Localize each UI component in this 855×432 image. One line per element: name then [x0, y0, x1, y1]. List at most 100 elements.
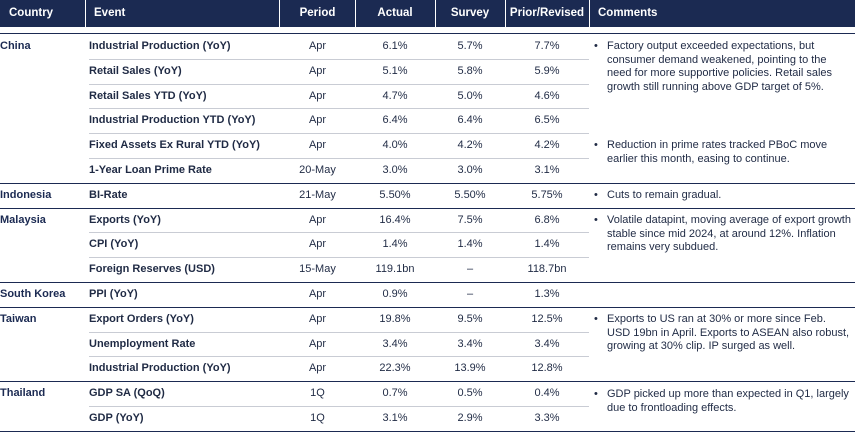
row-divider — [89, 232, 589, 233]
survey-cell: 5.8% — [457, 64, 483, 77]
prior-cell: 12.5% — [531, 312, 563, 325]
event-cell: GDP (YoY) — [89, 412, 144, 424]
country-cell — [0, 356, 86, 381]
survey-cell: – — [466, 288, 474, 300]
header-actual: Actual — [377, 7, 413, 19]
prior-cell: 4.2% — [534, 139, 560, 152]
period-cell: Apr — [308, 89, 327, 102]
row-divider — [89, 133, 589, 134]
economic-data-table: Country Event Period Actual Survey Prior… — [0, 0, 855, 432]
period-cell: Apr — [308, 40, 327, 52]
survey-cell: – — [466, 263, 474, 276]
actual-cell: 5.50% — [379, 188, 411, 201]
actual-cell: 6.4% — [382, 114, 408, 127]
comment-bullet: • — [594, 214, 598, 226]
event-cell: Retail Sales (YoY) — [89, 64, 182, 77]
header-period: Period — [299, 7, 336, 19]
prior-cell: 6.8% — [534, 213, 560, 226]
comment-indonesia: • Cuts to remain gradual. — [594, 189, 852, 203]
comment-bullet: • — [594, 313, 598, 325]
actual-cell: 6.1% — [382, 40, 408, 52]
row-divider — [89, 257, 589, 258]
period-cell: Apr — [308, 288, 327, 300]
survey-cell: 2.9% — [457, 412, 483, 424]
period-cell: 20-May — [299, 164, 336, 176]
prior-cell: 3.3% — [534, 412, 560, 424]
prior-cell: 5.75% — [531, 188, 563, 201]
period-cell: Apr — [308, 114, 327, 127]
country-cell: Indonesia — [0, 188, 52, 201]
prior-cell: 3.4% — [534, 337, 560, 350]
survey-cell: 5.50% — [454, 188, 486, 201]
period-cell: 15-May — [299, 263, 336, 276]
event-cell: Exports (YoY) — [89, 213, 161, 226]
event-cell: GDP SA (QoQ) — [89, 387, 165, 400]
survey-cell: 3.0% — [457, 164, 483, 176]
row-divider — [89, 406, 589, 407]
comment-bullet: • — [594, 189, 598, 201]
header-comments: Comments — [598, 7, 658, 19]
group-divider — [0, 381, 855, 382]
country-cell — [0, 406, 86, 431]
table-header: Country Event Period Actual Survey Prior… — [0, 0, 855, 27]
comment-bullet: • — [594, 40, 598, 52]
group-divider — [0, 208, 855, 209]
header-survey: Survey — [450, 7, 490, 19]
group-divider — [0, 183, 855, 184]
actual-cell: 0.9% — [382, 288, 408, 300]
period-cell: Apr — [308, 312, 327, 325]
prior-cell: 4.6% — [534, 89, 560, 102]
event-cell: CPI (YoY) — [89, 238, 139, 251]
table-row: South Korea PPI (YoY) Apr 0.9% – 1.3% — [0, 282, 855, 307]
survey-cell: 5.0% — [457, 89, 483, 102]
actual-cell: 16.4% — [379, 213, 411, 226]
country-cell — [0, 84, 86, 109]
row-divider — [89, 84, 589, 85]
event-cell: BI-Rate — [89, 188, 128, 201]
comment-text: Factory output exceeded expectations, bu… — [607, 40, 833, 93]
comment-bullet: • — [594, 388, 598, 400]
country-cell: Malaysia — [0, 213, 46, 226]
group-divider — [0, 33, 855, 34]
event-cell: Industrial Production YTD (YoY) — [89, 114, 256, 127]
survey-cell: 1.4% — [457, 238, 483, 251]
event-cell: Industrial Production (YoY) — [89, 40, 231, 52]
actual-cell: 4.0% — [382, 139, 408, 152]
survey-cell: 6.4% — [457, 114, 483, 127]
actual-cell: 19.8% — [379, 312, 411, 325]
group-divider — [0, 282, 855, 283]
header-divider — [589, 0, 590, 27]
comment-text: Cuts to remain gradual. — [607, 189, 722, 201]
survey-cell: 5.7% — [457, 40, 483, 52]
row-divider — [89, 158, 589, 159]
period-cell: Apr — [308, 337, 327, 350]
country-cell — [0, 332, 86, 357]
actual-cell: 1.4% — [382, 238, 408, 251]
prior-cell: 1.3% — [534, 288, 560, 300]
event-cell: Unemployment Rate — [89, 337, 196, 350]
actual-cell: 22.3% — [379, 362, 411, 375]
event-cell: Fixed Assets Ex Rural YTD (YoY) — [89, 139, 260, 152]
country-cell — [0, 232, 86, 257]
header-divider — [85, 0, 86, 27]
prior-cell: 12.8% — [531, 362, 563, 375]
actual-cell: 3.4% — [382, 337, 408, 350]
header-prior: Prior/Revised — [509, 7, 585, 19]
country-cell: South Korea — [0, 288, 66, 300]
event-cell: 1-Year Loan Prime Rate — [89, 164, 212, 176]
comment-china-rates: • Reduction in prime rates tracked PBoC … — [594, 139, 852, 166]
country-cell — [0, 59, 86, 84]
event-cell: Retail Sales YTD (YoY) — [89, 89, 207, 102]
prior-cell: 6.5% — [534, 114, 560, 127]
prior-cell: 3.1% — [534, 164, 560, 176]
actual-cell: 4.7% — [382, 89, 408, 102]
period-cell: Apr — [308, 139, 327, 152]
period-cell: Apr — [308, 238, 327, 251]
comment-text: Exports to US ran at 30% or more since F… — [607, 313, 850, 352]
prior-cell: 118.7bn — [527, 263, 567, 276]
survey-cell: 3.4% — [457, 337, 483, 350]
survey-cell: 0.5% — [457, 387, 483, 400]
country-cell: Thailand — [0, 387, 46, 400]
country-cell — [0, 133, 86, 158]
actual-cell: 0.7% — [382, 387, 408, 400]
